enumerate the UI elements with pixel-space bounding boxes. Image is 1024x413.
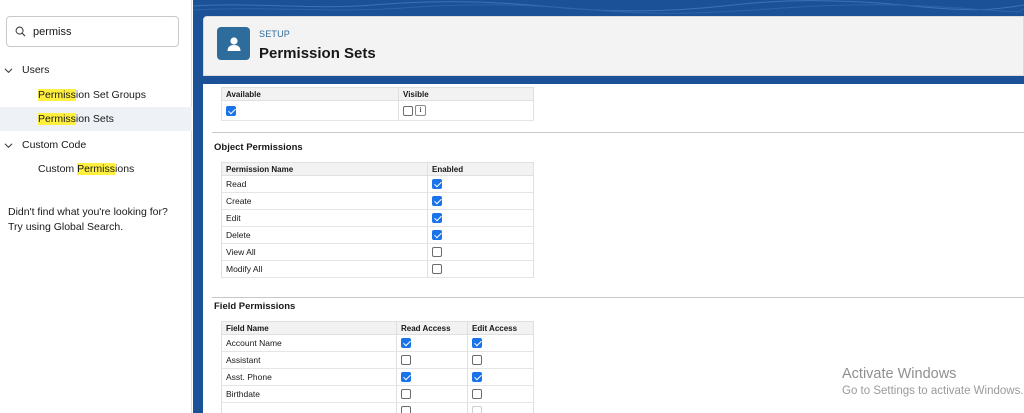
table-row: Edit bbox=[221, 209, 534, 227]
enabled-checkbox[interactable] bbox=[432, 230, 442, 241]
object-permissions-title: Object Permissions bbox=[214, 142, 303, 153]
background-pattern bbox=[193, 0, 1024, 14]
tree-node-users[interactable]: Users bbox=[0, 58, 192, 82]
edit-access-checkbox[interactable] bbox=[472, 372, 482, 383]
read-access-checkbox[interactable] bbox=[401, 338, 411, 349]
setup-sidebar: Users Permission Set Groups Permission S… bbox=[0, 0, 192, 413]
enabled-checkbox[interactable] bbox=[432, 264, 442, 275]
enabled-checkbox[interactable] bbox=[432, 196, 442, 207]
read-access-checkbox[interactable] bbox=[401, 372, 411, 383]
column-header: Field Name bbox=[221, 321, 397, 335]
permission-name: View All bbox=[226, 247, 256, 257]
search-help-text: Didn't find what you're looking for? Try… bbox=[8, 205, 188, 235]
field-name: Birthdate bbox=[226, 389, 261, 399]
quick-find-input[interactable] bbox=[33, 25, 173, 38]
table-row: Birthdate bbox=[221, 385, 534, 403]
tree-item-label: Permission Set Groups bbox=[38, 89, 146, 101]
available-checkbox[interactable] bbox=[226, 105, 236, 116]
table-row: Modify All bbox=[221, 260, 534, 278]
field-name: Assistant bbox=[226, 355, 261, 365]
search-highlight: Permiss bbox=[77, 163, 116, 175]
search-icon bbox=[15, 26, 26, 37]
edit-access-checkbox[interactable] bbox=[472, 338, 482, 349]
read-access-checkbox[interactable] bbox=[401, 406, 411, 413]
field-name: Account Name bbox=[226, 338, 282, 348]
read-access-checkbox[interactable] bbox=[401, 389, 411, 400]
permission-name: Read bbox=[226, 179, 247, 189]
table-row: Account Name bbox=[221, 334, 534, 352]
permission-name: Modify All bbox=[226, 264, 263, 274]
header-eyebrow: SETUP bbox=[259, 29, 291, 39]
table-row: Assistant bbox=[221, 351, 534, 369]
section-divider bbox=[212, 132, 1024, 133]
enabled-checkbox[interactable] bbox=[432, 247, 442, 258]
edit-access-checkbox[interactable] bbox=[472, 389, 482, 400]
edit-access-checkbox[interactable] bbox=[472, 355, 482, 366]
column-header: Permission Name bbox=[221, 162, 428, 176]
table-row: Delete bbox=[221, 226, 534, 244]
tree-node-label: Users bbox=[22, 64, 50, 76]
search-highlight: Permiss bbox=[38, 113, 76, 125]
object-permissions-table: Permission Name Enabled Read Create Edit De… bbox=[221, 162, 534, 278]
user-icon bbox=[217, 27, 250, 60]
tree-item-permission-sets[interactable]: Permission Sets bbox=[0, 107, 192, 131]
permission-name: Create bbox=[226, 196, 252, 206]
help-line-1: Didn't find what you're looking for? bbox=[8, 206, 168, 218]
windows-activation-watermark: Activate Windows bbox=[842, 366, 957, 382]
visible-checkbox[interactable] bbox=[403, 105, 413, 116]
availability-table: Available Visible i bbox=[221, 87, 534, 121]
field-name: Asst. Phone bbox=[226, 372, 272, 382]
edit-access-checkbox[interactable] bbox=[472, 406, 482, 413]
column-header: Available bbox=[221, 87, 399, 101]
info-icon[interactable]: i bbox=[415, 105, 426, 117]
permission-set-content: Available Visible i Object Permissions P… bbox=[203, 84, 1024, 413]
field-permissions-title: Field Permissions bbox=[214, 301, 296, 312]
search-highlight: Permiss bbox=[38, 89, 76, 101]
tree-item-label: Permission Sets bbox=[38, 113, 114, 125]
chevron-down-icon[interactable] bbox=[4, 66, 13, 75]
permission-name: Delete bbox=[226, 230, 251, 240]
enabled-checkbox[interactable] bbox=[432, 179, 442, 190]
tree-item-label: Custom Permissions bbox=[38, 163, 135, 175]
table-row: Create bbox=[221, 192, 534, 210]
global-search-hint[interactable]: Try using Global Search. bbox=[8, 220, 188, 235]
column-header: Read Access bbox=[396, 321, 468, 335]
chevron-down-icon[interactable] bbox=[4, 141, 13, 150]
tree-node-label: Custom Code bbox=[22, 139, 87, 151]
table-row: Asst. Phone bbox=[221, 368, 534, 386]
column-header: Enabled bbox=[427, 162, 534, 176]
quick-find-box[interactable] bbox=[6, 16, 179, 47]
column-header: Visible bbox=[398, 87, 534, 101]
permission-name: Edit bbox=[226, 213, 241, 223]
page-title: Permission Sets bbox=[259, 45, 376, 62]
tree-item-custom-permissions[interactable]: Custom Permissions bbox=[0, 157, 192, 181]
tree-node-custom-code[interactable]: Custom Code bbox=[0, 133, 192, 157]
windows-activation-hint: Go to Settings to activate Windows. bbox=[842, 385, 1024, 397]
section-divider bbox=[212, 297, 1024, 298]
tree-item-permission-set-groups[interactable]: Permission Set Groups bbox=[0, 83, 192, 107]
table-row bbox=[221, 402, 534, 413]
read-access-checkbox[interactable] bbox=[401, 355, 411, 366]
table-row: View All bbox=[221, 243, 534, 261]
enabled-checkbox[interactable] bbox=[432, 213, 442, 224]
column-header: Edit Access bbox=[467, 321, 534, 335]
table-row: i bbox=[221, 100, 534, 121]
field-permissions-table: Field Name Read Access Edit Access Accou… bbox=[221, 321, 534, 413]
page-header: SETUP Permission Sets bbox=[203, 16, 1024, 76]
table-row: Read bbox=[221, 175, 534, 193]
